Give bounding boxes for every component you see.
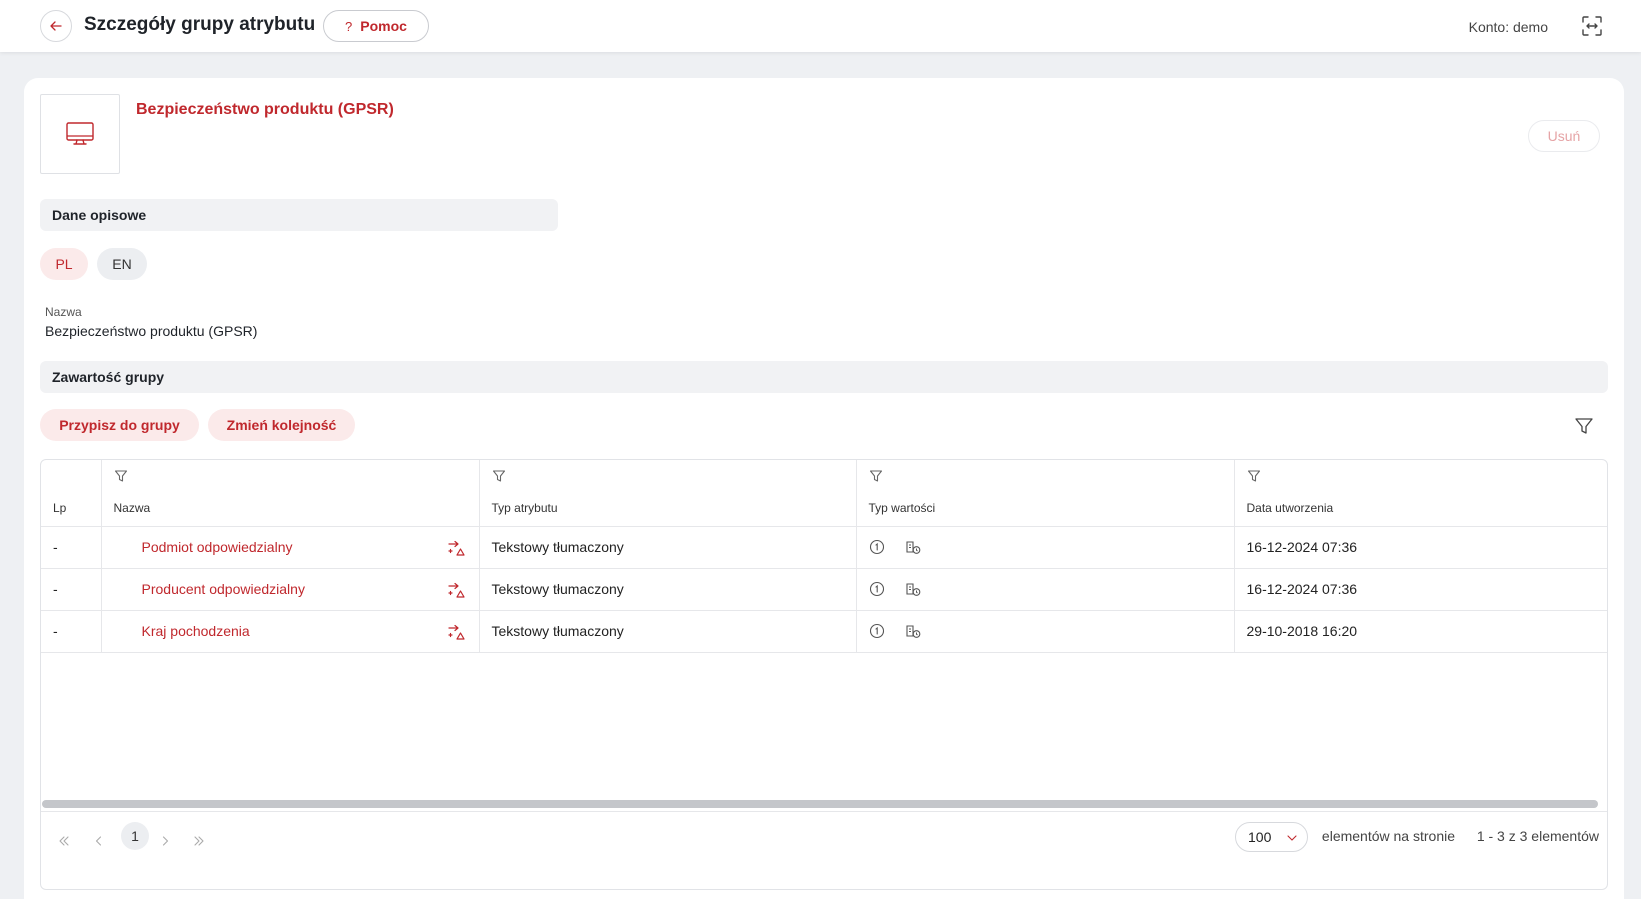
- page-size-label: elementów na stronie: [1321, 828, 1455, 844]
- cell-name: Kraj pochodzenia: [101, 610, 480, 653]
- language-tab-en[interactable]: EN: [97, 248, 147, 280]
- monitor-icon: [66, 122, 94, 145]
- assign-attribute-icon[interactable]: [447, 623, 465, 641]
- cell-lp: -: [41, 568, 102, 611]
- account-label: Konto: demo: [1468, 19, 1548, 35]
- page-size-value: 100: [1248, 829, 1272, 845]
- next-page-icon[interactable]: [158, 834, 172, 848]
- arrow-left-icon: [50, 21, 62, 31]
- attribute-link[interactable]: Podmiot odpowiedzialny: [142, 539, 293, 555]
- column-header-created: Data utworzenia: [1234, 460, 1607, 527]
- section-group-contents: Zawartość grupy: [40, 361, 1608, 393]
- page-number[interactable]: 1: [121, 822, 149, 850]
- back-button[interactable]: [40, 10, 72, 42]
- assign-attribute-icon[interactable]: [447, 539, 465, 557]
- cell-value-type: [856, 526, 1235, 569]
- group-name: Bezpieczeństwo produktu (GPSR): [136, 101, 394, 118]
- attribute-link[interactable]: Producent odpowiedzialny: [142, 581, 305, 597]
- top-bar: Szczegóły grupy atrybutu ? Pomoc Konto: …: [0, 0, 1641, 52]
- cell-lp: -: [41, 526, 102, 569]
- cell-created: 29-10-2018 16:20: [1234, 610, 1607, 653]
- single-value-icon: [869, 623, 884, 639]
- attribute-link[interactable]: Kraj pochodzenia: [142, 623, 250, 639]
- question-icon: ?: [345, 18, 353, 34]
- column-label: Typ wartości: [868, 501, 936, 515]
- column-filter-icon[interactable]: [869, 469, 883, 483]
- translation-icon: [905, 583, 920, 596]
- horizontal-scrollbar[interactable]: [42, 800, 1598, 808]
- column-header-attribute-type: Typ atrybutu: [479, 460, 857, 527]
- column-label: Nazwa: [113, 501, 151, 515]
- name-field-label: Nazwa: [45, 305, 82, 319]
- last-page-icon[interactable]: [192, 834, 206, 848]
- column-header-value-type: Typ wartości: [856, 460, 1235, 527]
- table-header-row: Lp Nazwa Typ atrybutu Typ wartości Data …: [41, 460, 1607, 527]
- cell-attribute-type: Tekstowy tłumaczony: [479, 568, 857, 611]
- chevron-down-icon: [1287, 835, 1297, 841]
- change-order-button[interactable]: Zmień kolejność: [208, 409, 355, 441]
- table-row[interactable]: - Kraj pochodzenia Tekstowy tłumaczony 2…: [41, 610, 1607, 653]
- section-descriptive: Dane opisowe: [40, 199, 558, 231]
- column-label: Lp: [53, 501, 67, 515]
- group-details-card: Bezpieczeństwo produktu (GPSR) Usuń Dane…: [24, 78, 1624, 899]
- cell-lp: -: [41, 610, 102, 653]
- pagination: 1 100 elementów na stronie 1 - 3 z 3 ele…: [41, 812, 1607, 870]
- column-filter-icon[interactable]: [1247, 469, 1261, 483]
- column-label: Typ atrybutu: [491, 501, 558, 515]
- name-field-value: Bezpieczeństwo produktu (GPSR): [45, 323, 258, 339]
- assign-to-group-button[interactable]: Przypisz do grupy: [40, 409, 199, 441]
- cell-value-type: [856, 568, 1235, 611]
- first-page-icon[interactable]: [57, 834, 71, 848]
- cell-created: 16-12-2024 07:36: [1234, 568, 1607, 611]
- table-row[interactable]: - Producent odpowiedzialny Tekstowy tłum…: [41, 568, 1607, 611]
- attributes-table: Lp Nazwa Typ atrybutu Typ wartości Data …: [40, 459, 1608, 890]
- page-title: Szczegóły grupy atrybutu: [84, 14, 316, 35]
- help-button[interactable]: ? Pomoc: [323, 10, 429, 42]
- fullscreen-icon[interactable]: [1581, 15, 1603, 37]
- cell-value-type: [856, 610, 1235, 653]
- translation-icon: [905, 541, 920, 554]
- language-tab-pl[interactable]: PL: [40, 248, 88, 280]
- help-button-label: Pomoc: [360, 18, 407, 34]
- pagination-range: 1 - 3 z 3 elementów: [1476, 828, 1599, 844]
- previous-page-icon[interactable]: [92, 834, 106, 848]
- column-label: Data utworzenia: [1246, 501, 1334, 515]
- single-value-icon: [869, 581, 884, 597]
- cell-name: Producent odpowiedzialny: [101, 568, 480, 611]
- column-filter-icon[interactable]: [114, 469, 128, 483]
- single-value-icon: [869, 539, 884, 555]
- cell-attribute-type: Tekstowy tłumaczony: [479, 610, 857, 653]
- translation-icon: [905, 625, 920, 638]
- table-row[interactable]: - Podmiot odpowiedzialny Tekstowy tłumac…: [41, 526, 1607, 569]
- page-size-select[interactable]: 100: [1235, 822, 1308, 852]
- column-header-lp: Lp: [41, 460, 102, 527]
- assign-attribute-icon[interactable]: [447, 581, 465, 599]
- delete-button[interactable]: Usuń: [1528, 120, 1600, 152]
- group-thumbnail: [40, 94, 120, 174]
- cell-attribute-type: Tekstowy tłumaczony: [479, 526, 857, 569]
- cell-created: 16-12-2024 07:36: [1234, 526, 1607, 569]
- cell-name: Podmiot odpowiedzialny: [101, 526, 480, 569]
- column-filter-icon[interactable]: [492, 469, 506, 483]
- filter-icon[interactable]: [1574, 416, 1594, 436]
- column-header-name: Nazwa: [101, 460, 480, 527]
